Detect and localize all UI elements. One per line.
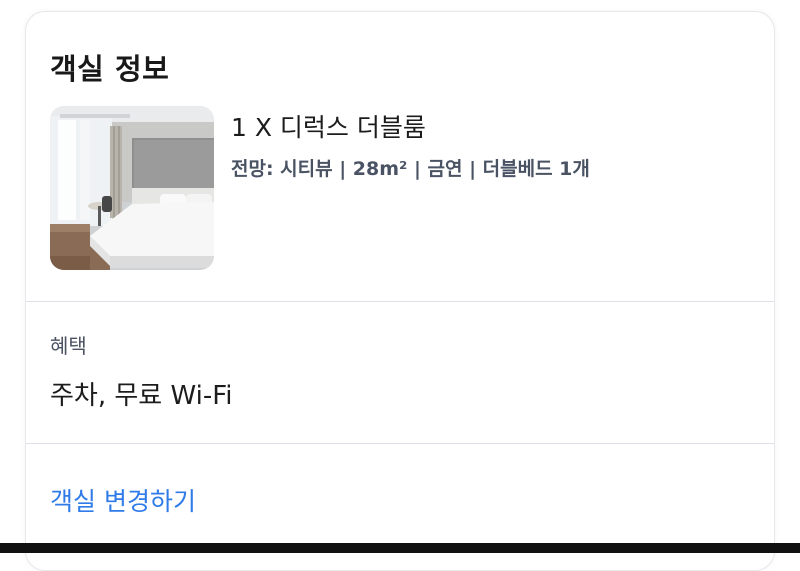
section-divider <box>26 301 774 302</box>
change-room-link[interactable]: 객실 변경하기 <box>50 482 196 518</box>
benefits-label: 혜택 <box>50 334 87 358</box>
room-name: 1 X 디럭스 더블룸 <box>231 113 426 142</box>
room-details: 전망: 시티뷰 | 28m² | 금연 | 더블베드 1개 <box>231 158 590 180</box>
benefits-value: 주차, 무료 Wi-Fi <box>50 381 233 411</box>
section-divider <box>26 443 774 444</box>
bottom-edge-bar <box>0 543 800 553</box>
room-info-card: 객실 정보 1 X 디럭스 더블룸 전망: 시티뷰 | 28m² | 금연 | … <box>25 11 775 571</box>
card-title: 객실 정보 <box>50 52 170 86</box>
room-photo <box>50 106 214 270</box>
